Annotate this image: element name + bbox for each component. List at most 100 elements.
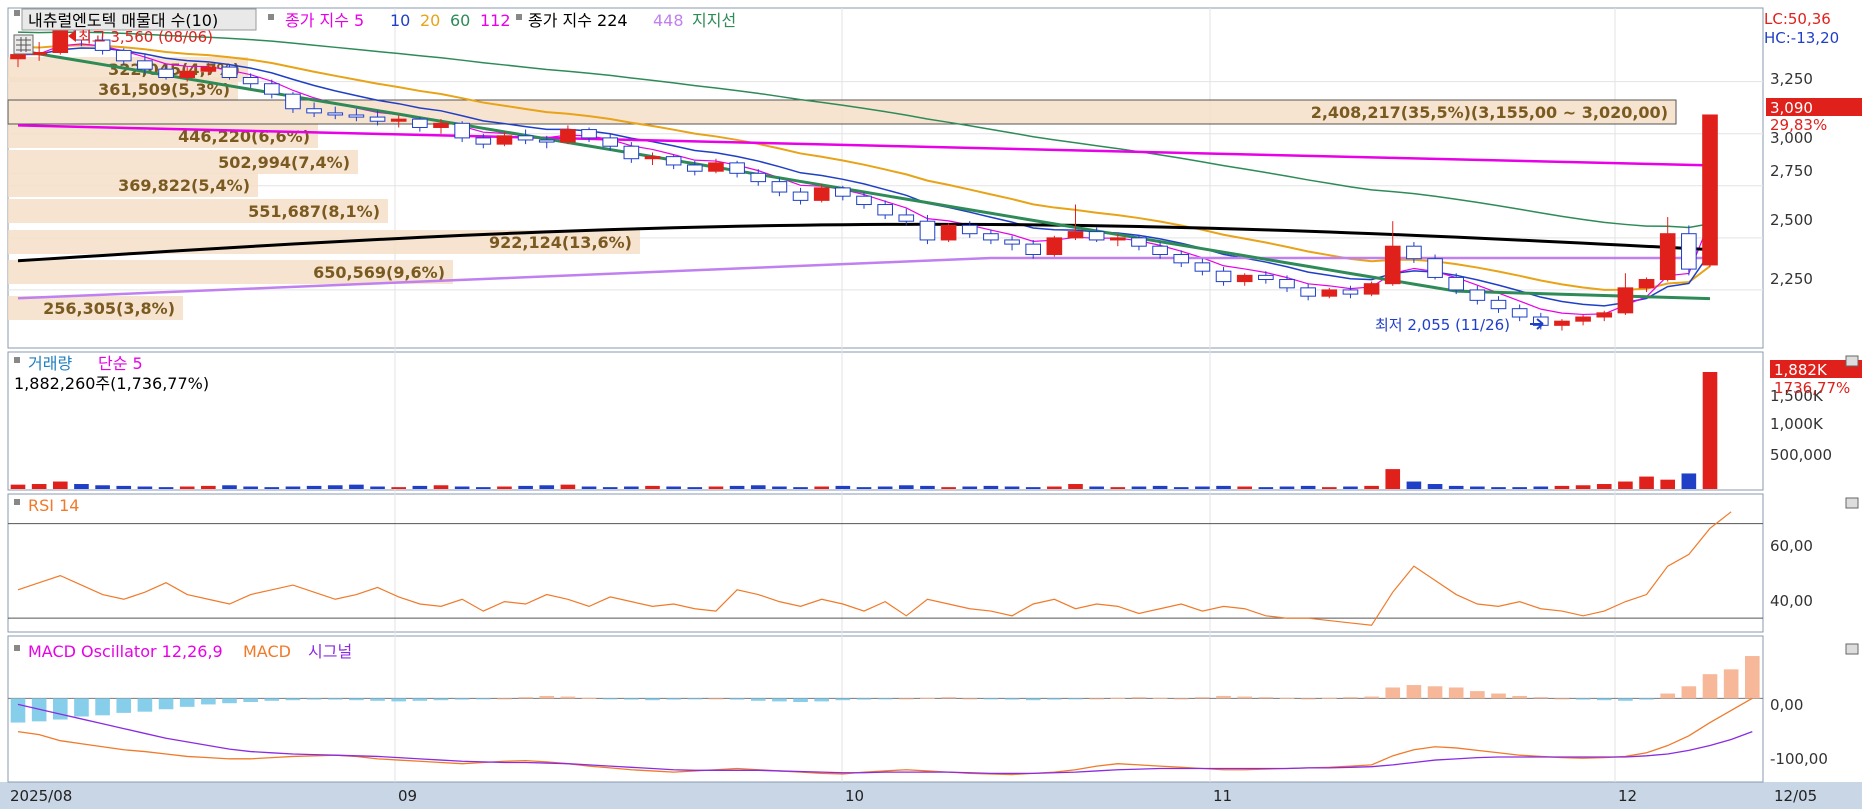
volume-bar — [539, 485, 555, 489]
macd-osc-bar — [983, 698, 999, 700]
macd-osc-bar — [1512, 695, 1527, 699]
candle-body — [623, 145, 640, 160]
panel-close-icon[interactable] — [1845, 497, 1859, 509]
candle-body — [200, 66, 217, 72]
macd-osc-bar — [285, 698, 301, 701]
rsi-title[interactable]: RSI 14 — [28, 496, 79, 515]
candle-body — [1427, 258, 1443, 278]
candle-body — [1554, 320, 1570, 326]
panel-close-icon[interactable] — [1845, 355, 1859, 367]
macd-osc-bar — [898, 698, 914, 700]
volume-bar — [391, 487, 407, 489]
macd-tick-neg100: -100,00 — [1770, 750, 1828, 768]
volume-bar — [285, 486, 301, 489]
lc-value: LC:50,36 — [1764, 10, 1831, 28]
macd-osc-bar — [349, 698, 364, 701]
volume-bar — [433, 485, 449, 489]
legend-ma-448[interactable]: 448 — [653, 11, 684, 30]
macd-osc-bar — [1723, 669, 1739, 699]
candle-body — [1659, 233, 1676, 281]
volume-bar — [624, 486, 639, 489]
candle-body — [1511, 308, 1528, 318]
macd-osc-bar — [1047, 698, 1062, 700]
candle-body — [771, 181, 788, 193]
candle-body — [1406, 245, 1422, 260]
candle-body — [1236, 274, 1253, 283]
candle-body — [856, 195, 872, 206]
macd-line-label[interactable]: MACD — [243, 642, 291, 661]
macd-osc-bar — [10, 698, 26, 723]
legend-ma2-label[interactable]: 종가 지수 224 — [528, 11, 628, 30]
volume-bar — [1195, 486, 1210, 489]
volume-bar — [1618, 481, 1633, 489]
legend-ma-60[interactable]: 60 — [450, 11, 470, 30]
legend-ma-20[interactable]: 20 — [420, 11, 440, 30]
macd-title[interactable]: MACD Oscillator 12,26,9 — [28, 642, 223, 661]
macd-osc-bar — [941, 697, 956, 699]
rsi-tick-40: 40,00 — [1770, 592, 1813, 610]
candle-body — [1215, 270, 1232, 283]
macd-osc-bar — [1385, 687, 1401, 699]
volume-bar — [1173, 487, 1189, 489]
candle-body — [644, 156, 661, 160]
candle-body — [496, 135, 513, 145]
candle-body — [1363, 283, 1380, 295]
macd-osc-bar — [201, 698, 216, 705]
macd-osc-bar — [687, 698, 703, 700]
volume-profile-label: 551,687(8,1%) — [248, 202, 380, 221]
legend-ma-label[interactable]: 종가 지수 5 — [285, 11, 364, 30]
volume-bar — [116, 485, 132, 489]
volume-bar — [1237, 486, 1253, 489]
legend-ma-112[interactable]: 112 — [480, 11, 511, 30]
volume-tick-500k: 500,000 — [1770, 446, 1832, 464]
volume-bar — [497, 486, 512, 489]
legend-support-line[interactable]: 지지선 — [692, 11, 736, 30]
legend-ma-10[interactable]: 10 — [390, 11, 410, 30]
macd-osc-bar — [1618, 698, 1633, 701]
candle-body — [729, 162, 745, 174]
volume-bar — [687, 487, 703, 489]
volume-bar — [1427, 484, 1443, 489]
volume-bar — [243, 486, 258, 489]
candle-body — [1702, 114, 1718, 266]
macd-osc-bar — [1131, 697, 1147, 699]
volume-bar — [1702, 372, 1718, 489]
macd-osc-bar — [433, 698, 449, 701]
low-label: 최저 2,055 (11/26) — [1375, 316, 1510, 334]
candle-body — [433, 122, 449, 128]
macd-osc-bar — [1216, 695, 1231, 699]
volume-bar — [1639, 476, 1654, 489]
volume-bar — [1068, 484, 1083, 489]
candle-body — [1321, 289, 1338, 297]
candle-body — [115, 49, 132, 62]
macd-osc-bar — [1596, 698, 1612, 701]
candle-body — [1004, 239, 1020, 245]
macd-osc-bar — [454, 698, 470, 700]
stock-chart: 322,045(4,7%)361,509(5,3%)2,408,217(35,5… — [0, 0, 1862, 809]
candle-body — [1681, 233, 1697, 270]
volume-change: 1736,77% — [1774, 379, 1850, 397]
candle-body — [348, 114, 365, 118]
macd-signal-label[interactable]: 시그널 — [308, 642, 352, 661]
candle-body — [1131, 237, 1147, 247]
volume-bar — [645, 485, 660, 489]
macd-osc-bar — [1343, 697, 1358, 699]
macd-osc-bar — [1470, 691, 1485, 699]
candle-body — [1575, 316, 1591, 322]
volume-bar — [264, 487, 280, 489]
candle-body — [877, 204, 893, 216]
candle-body — [898, 214, 915, 222]
macd-osc-bar — [391, 698, 407, 702]
macd-osc-bar — [624, 698, 639, 700]
macd-osc-bar — [1639, 698, 1654, 700]
volume-title[interactable]: 거래량 — [28, 354, 72, 373]
volume-bar — [856, 487, 872, 489]
macd-osc-bar — [772, 698, 787, 702]
panel-close-icon[interactable] — [1845, 643, 1859, 655]
macd-osc-bar — [1258, 697, 1274, 699]
macd-osc-bar — [74, 698, 89, 717]
candle-body — [835, 187, 851, 197]
candle-body — [602, 137, 619, 147]
volume-ma[interactable]: 단순 5 — [98, 354, 143, 373]
volume-bar — [983, 485, 999, 489]
